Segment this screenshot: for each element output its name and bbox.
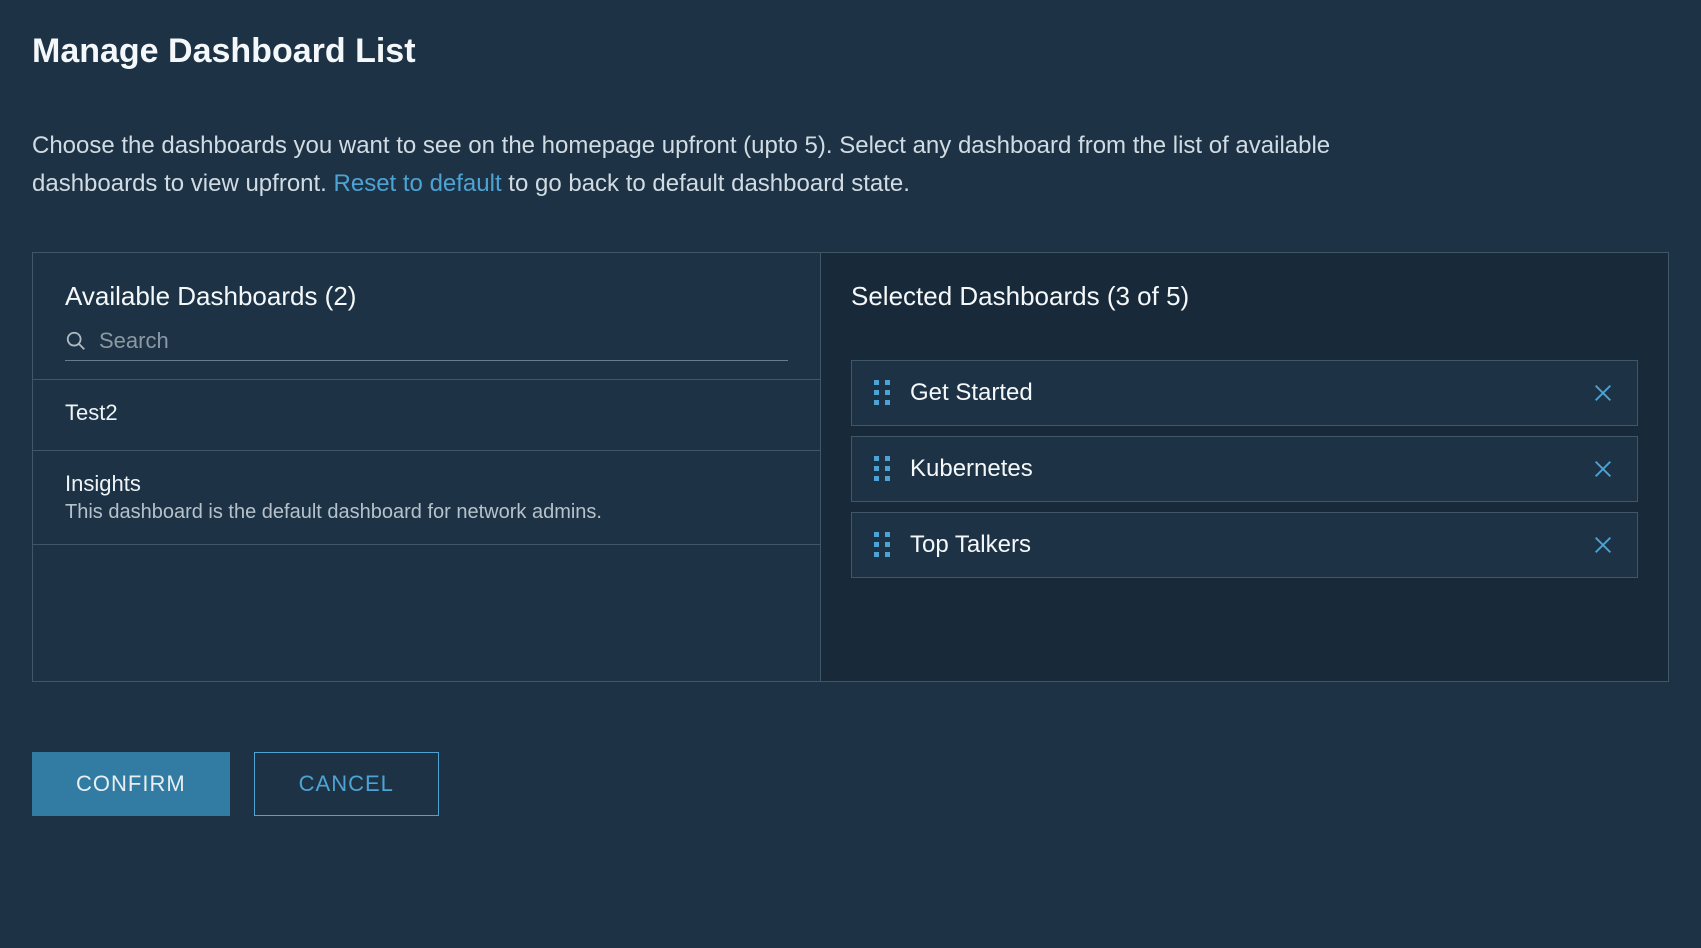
selected-item-label: Top Talkers xyxy=(910,531,1573,559)
cancel-button[interactable]: CANCEL xyxy=(254,752,439,816)
close-icon[interactable] xyxy=(1591,381,1615,405)
drag-handle-icon[interactable] xyxy=(874,532,892,558)
available-heading: Available Dashboards (2) xyxy=(33,253,820,312)
confirm-button[interactable]: CONFIRM xyxy=(32,752,230,816)
close-icon[interactable] xyxy=(1591,457,1615,481)
dashboard-panels: Available Dashboards (2) Test2 Insights … xyxy=(32,252,1669,682)
selected-list: Get Started Kubernetes Top Talkers xyxy=(851,360,1638,578)
search-wrapper xyxy=(33,328,820,380)
search-icon xyxy=(65,330,87,352)
selected-item-kubernetes[interactable]: Kubernetes xyxy=(851,436,1638,502)
page-title: Manage Dashboard List xyxy=(32,32,1669,71)
dialog-footer: CONFIRM CANCEL xyxy=(32,752,1669,816)
available-item-title: Insights xyxy=(65,471,788,497)
description-text: Choose the dashboards you want to see on… xyxy=(32,127,1432,204)
selected-item-get-started[interactable]: Get Started xyxy=(851,360,1638,426)
selected-dashboards-panel: Selected Dashboards (3 of 5) Get Started… xyxy=(821,253,1668,681)
available-item-description: This dashboard is the default dashboard … xyxy=(65,501,788,524)
description-part2: to go back to default dashboard state. xyxy=(502,170,910,197)
search-box xyxy=(65,328,788,361)
selected-heading: Selected Dashboards (3 of 5) xyxy=(851,281,1638,312)
selected-item-label: Get Started xyxy=(910,379,1573,407)
drag-handle-icon[interactable] xyxy=(874,456,892,482)
available-item-title: Test2 xyxy=(65,400,788,426)
search-input[interactable] xyxy=(99,328,788,354)
available-dashboards-panel: Available Dashboards (2) Test2 Insights … xyxy=(33,253,821,681)
available-item-test2[interactable]: Test2 xyxy=(33,380,820,451)
close-icon[interactable] xyxy=(1591,533,1615,557)
available-item-insights[interactable]: Insights This dashboard is the default d… xyxy=(33,451,820,545)
drag-handle-icon[interactable] xyxy=(874,380,892,406)
reset-to-default-link[interactable]: Reset to default xyxy=(334,170,502,197)
selected-item-top-talkers[interactable]: Top Talkers xyxy=(851,512,1638,578)
selected-item-label: Kubernetes xyxy=(910,455,1573,483)
